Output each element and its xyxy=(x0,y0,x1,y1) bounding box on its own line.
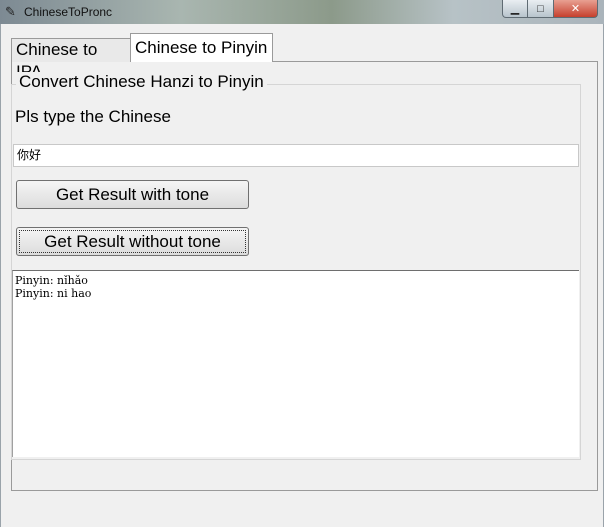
chinese-input[interactable]: 你好 xyxy=(13,144,579,167)
feather-icon: ✎ xyxy=(5,4,16,19)
close-icon: ✕ xyxy=(570,3,581,15)
minimize-icon: ▁ xyxy=(510,3,520,15)
close-button[interactable]: ✕ xyxy=(554,0,598,18)
title-bar[interactable]: ✎ ChineseToPronc ▁ □ ✕ xyxy=(0,0,604,24)
minimize-button[interactable]: ▁ xyxy=(502,0,528,18)
tab-chinese-to-pinyin[interactable]: Chinese to Pinyin xyxy=(130,33,273,62)
group-title: Convert Chinese Hanzi to Pinyin xyxy=(16,72,267,92)
tab-chinese-to-ipa[interactable]: Chinese to IPA xyxy=(11,38,131,81)
window-controls: ▁ □ ✕ xyxy=(502,0,598,19)
maximize-icon: □ xyxy=(537,2,544,15)
input-prompt-label: Pls type the Chinese xyxy=(15,107,171,126)
maximize-button[interactable]: □ xyxy=(528,0,554,18)
result-textbox[interactable]: Pinyin: nǐhǎo Pinyin: ni hao xyxy=(12,270,579,457)
get-result-without-tone-button[interactable]: Get Result without tone xyxy=(16,227,249,256)
result-line: Pinyin: ni hao xyxy=(15,287,92,300)
window-title: ChineseToPronc xyxy=(24,5,113,19)
get-result-with-tone-button[interactable]: Get Result with tone xyxy=(16,180,249,209)
result-line: Pinyin: nǐhǎo xyxy=(15,274,88,287)
